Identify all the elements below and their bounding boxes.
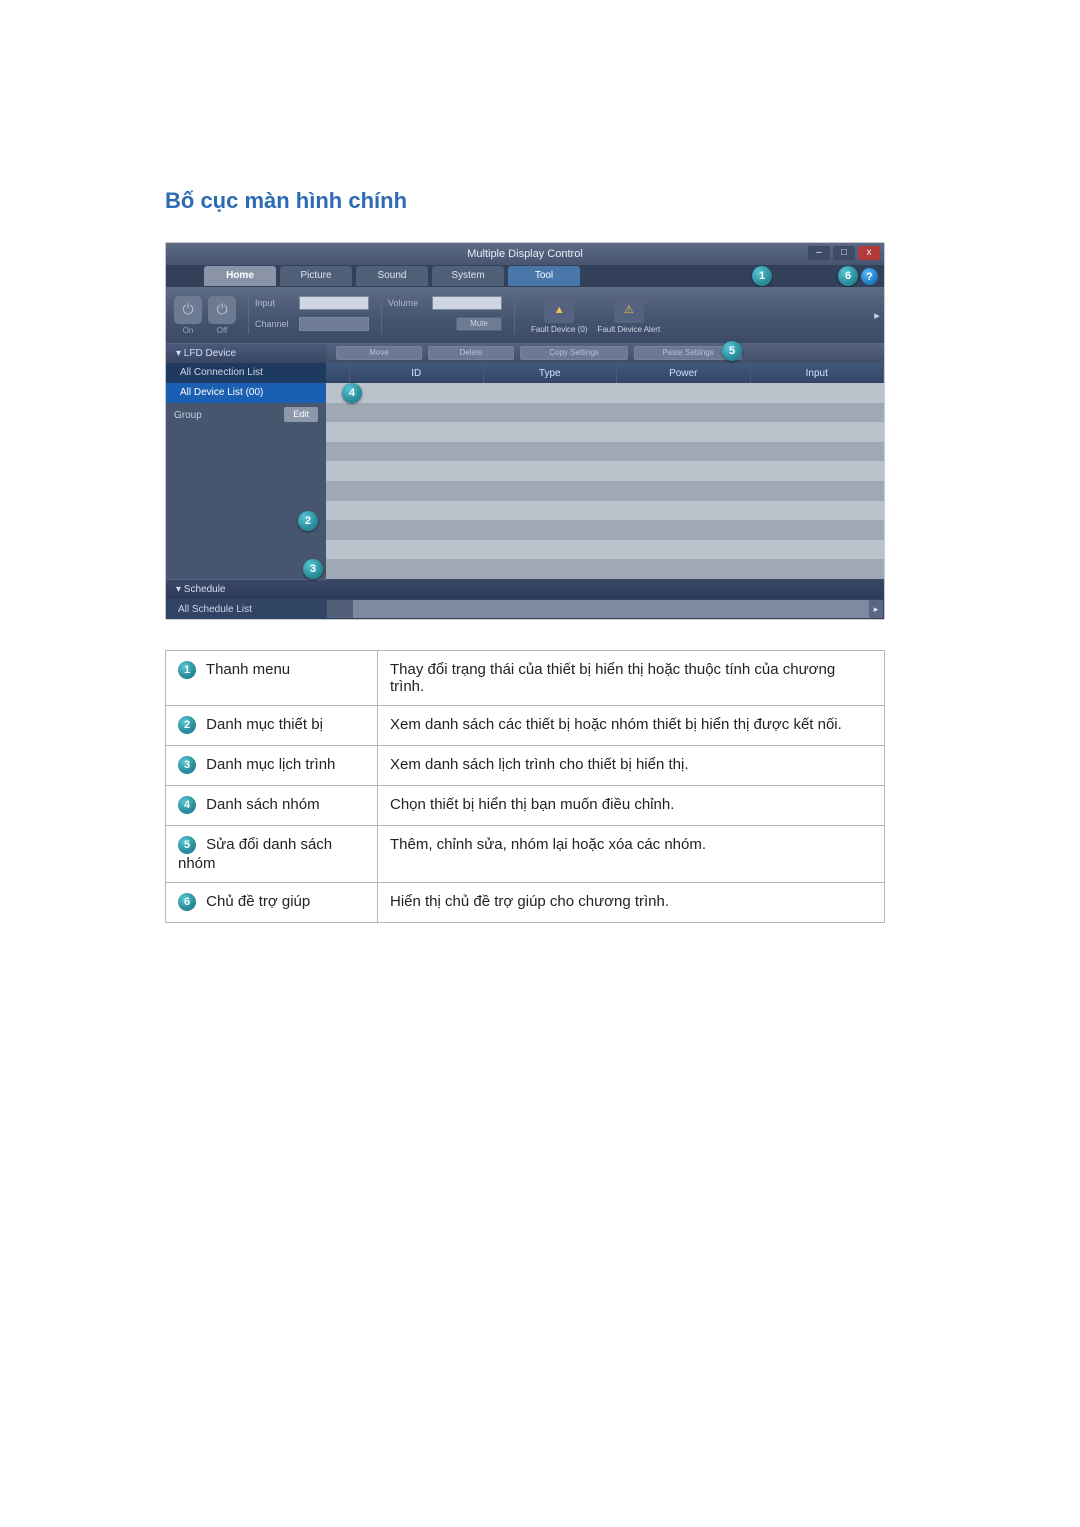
channel-field[interactable] bbox=[299, 317, 369, 331]
fault-alert-icon[interactable]: ⚠ bbox=[614, 297, 644, 323]
row-desc-6: Hiển thị chủ đề trợ giúp cho chương trìn… bbox=[378, 883, 885, 923]
row-label-1: Thanh menu bbox=[206, 661, 290, 678]
marker-3: 3 bbox=[178, 756, 196, 774]
table-row[interactable] bbox=[326, 559, 884, 579]
grid-header-power[interactable]: Power bbox=[617, 363, 751, 383]
table-row[interactable] bbox=[326, 403, 884, 423]
row-label-6: Chủ đề trợ giúp bbox=[206, 893, 310, 910]
tab-sound[interactable]: Sound bbox=[356, 266, 428, 286]
callout-3: 3 bbox=[303, 559, 323, 579]
mute-button[interactable]: Mute bbox=[456, 317, 502, 331]
callout-1: 1 bbox=[752, 266, 772, 286]
row-desc-1: Thay đổi trạng thái của thiết bị hiển th… bbox=[378, 651, 885, 706]
schedule-header[interactable]: ▾ Schedule bbox=[166, 579, 326, 599]
table-row[interactable] bbox=[326, 422, 884, 442]
row-label-2: Danh mục thiết bị bbox=[206, 716, 323, 733]
scrollbar-right-arrow[interactable]: ▸ bbox=[869, 600, 883, 618]
table-row[interactable] bbox=[326, 383, 884, 403]
grid-rows bbox=[326, 383, 884, 579]
grid-header-id[interactable]: ID bbox=[350, 363, 484, 383]
group-edit-button[interactable]: Edit bbox=[284, 407, 318, 422]
description-table: 1 Thanh menu Thay đổi trạng thái của thi… bbox=[165, 650, 885, 923]
volume-label: Volume bbox=[388, 298, 432, 308]
input-select[interactable] bbox=[299, 296, 369, 310]
table-row[interactable] bbox=[326, 501, 884, 521]
row-desc-4: Chọn thiết bị hiển thị bạn muốn điều chỉ… bbox=[378, 786, 885, 826]
grid-header-type[interactable]: Type bbox=[484, 363, 618, 383]
window-titlebar: Multiple Display Control – □ x bbox=[166, 243, 884, 265]
volume-field[interactable] bbox=[432, 296, 502, 310]
scrollbar-thumb[interactable] bbox=[327, 600, 353, 618]
table-row[interactable] bbox=[326, 540, 884, 560]
tab-system[interactable]: System bbox=[432, 266, 504, 286]
table-row: 3 Danh mục lịch trình Xem danh sách lịch… bbox=[166, 746, 885, 786]
tab-picture[interactable]: Picture bbox=[280, 266, 352, 286]
marker-4: 4 bbox=[178, 796, 196, 814]
fault-alert-label: Fault Device Alert bbox=[597, 325, 660, 334]
menu-tabs: Home Picture Sound System Tool 1 6 ? bbox=[166, 265, 884, 287]
callout-5: 5 bbox=[722, 341, 742, 361]
fault-device-count: Fault Device (0) bbox=[531, 325, 587, 334]
marker-2: 2 bbox=[178, 716, 196, 734]
table-row[interactable] bbox=[326, 442, 884, 462]
row-desc-5: Thêm, chỉnh sửa, nhóm lại hoặc xóa các n… bbox=[378, 826, 885, 883]
table-row[interactable] bbox=[326, 520, 884, 540]
group-label: Group bbox=[174, 410, 202, 421]
power-off-label: Off bbox=[217, 326, 228, 335]
table-row: 4 Danh sách nhóm Chọn thiết bị hiển thị … bbox=[166, 786, 885, 826]
grid-header-checkbox[interactable] bbox=[326, 363, 350, 383]
table-row: 6 Chủ đề trợ giúp Hiển thị chủ đề trợ gi… bbox=[166, 883, 885, 923]
toolbar: ⏻ On ⏻ Off Input Channel bbox=[166, 287, 884, 343]
power-off-button[interactable]: ⏻ bbox=[208, 296, 236, 324]
callout-4: 4 bbox=[342, 383, 362, 403]
tab-tool[interactable]: Tool bbox=[508, 266, 580, 286]
toolbar-scroll-right[interactable]: ▸ bbox=[872, 287, 882, 343]
channel-label: Channel bbox=[255, 319, 299, 329]
marker-5: 5 bbox=[178, 836, 196, 854]
grid-header-input[interactable]: Input bbox=[751, 363, 885, 383]
all-connection-list[interactable]: All Connection List bbox=[166, 363, 326, 383]
marker-1: 1 bbox=[178, 661, 196, 679]
copy-settings-button[interactable]: Copy Settings bbox=[520, 346, 628, 360]
section-title: Bố cục màn hình chính bbox=[165, 188, 915, 214]
power-on-button[interactable]: ⏻ bbox=[174, 296, 202, 324]
table-row: 1 Thanh menu Thay đổi trạng thái của thi… bbox=[166, 651, 885, 706]
fault-device-icon[interactable]: ▲ bbox=[544, 297, 574, 323]
table-row: 5 Sửa đổi danh sách nhóm Thêm, chỉnh sửa… bbox=[166, 826, 885, 883]
lfd-device-header[interactable]: ▾ LFD Device bbox=[166, 343, 326, 363]
table-row: 2 Danh mục thiết bị Xem danh sách các th… bbox=[166, 706, 885, 746]
maximize-button[interactable]: □ bbox=[833, 246, 855, 260]
help-icon[interactable]: ? bbox=[861, 268, 878, 285]
all-schedule-list[interactable]: All Schedule List bbox=[166, 604, 326, 615]
callout-2: 2 bbox=[298, 511, 318, 531]
input-label: Input bbox=[255, 298, 299, 308]
row-desc-2: Xem danh sách các thiết bị hoặc nhóm thi… bbox=[378, 706, 885, 746]
row-label-4: Danh sách nhóm bbox=[206, 796, 319, 813]
left-panel: ▾ LFD Device All Connection List All Dev… bbox=[166, 343, 326, 579]
horizontal-scrollbar[interactable]: ▸ bbox=[327, 600, 883, 618]
row-label-3: Danh mục lịch trình bbox=[206, 756, 335, 773]
table-row[interactable] bbox=[326, 481, 884, 501]
table-row[interactable] bbox=[326, 461, 884, 481]
move-button[interactable]: Move bbox=[336, 346, 422, 360]
tab-home[interactable]: Home bbox=[204, 266, 276, 286]
close-button[interactable]: x bbox=[858, 246, 880, 260]
minimize-button[interactable]: – bbox=[808, 246, 830, 260]
action-bar: Move Delete Copy Settings Paste Settings bbox=[326, 343, 884, 363]
app-screenshot: Multiple Display Control – □ x Home Pict… bbox=[165, 242, 885, 620]
group-area: Group Edit bbox=[166, 403, 326, 579]
right-panel: Move Delete Copy Settings Paste Settings… bbox=[326, 343, 884, 579]
delete-button[interactable]: Delete bbox=[428, 346, 514, 360]
callout-6: 6 bbox=[838, 266, 858, 286]
window-title: Multiple Display Control bbox=[467, 248, 583, 260]
power-on-label: On bbox=[183, 326, 194, 335]
grid-header: ID Type Power Input bbox=[326, 363, 884, 383]
row-desc-3: Xem danh sách lịch trình cho thiết bị hi… bbox=[378, 746, 885, 786]
row-label-5: Sửa đổi danh sách nhóm bbox=[178, 836, 332, 872]
marker-6: 6 bbox=[178, 893, 196, 911]
all-device-list[interactable]: All Device List (00) bbox=[166, 383, 326, 403]
